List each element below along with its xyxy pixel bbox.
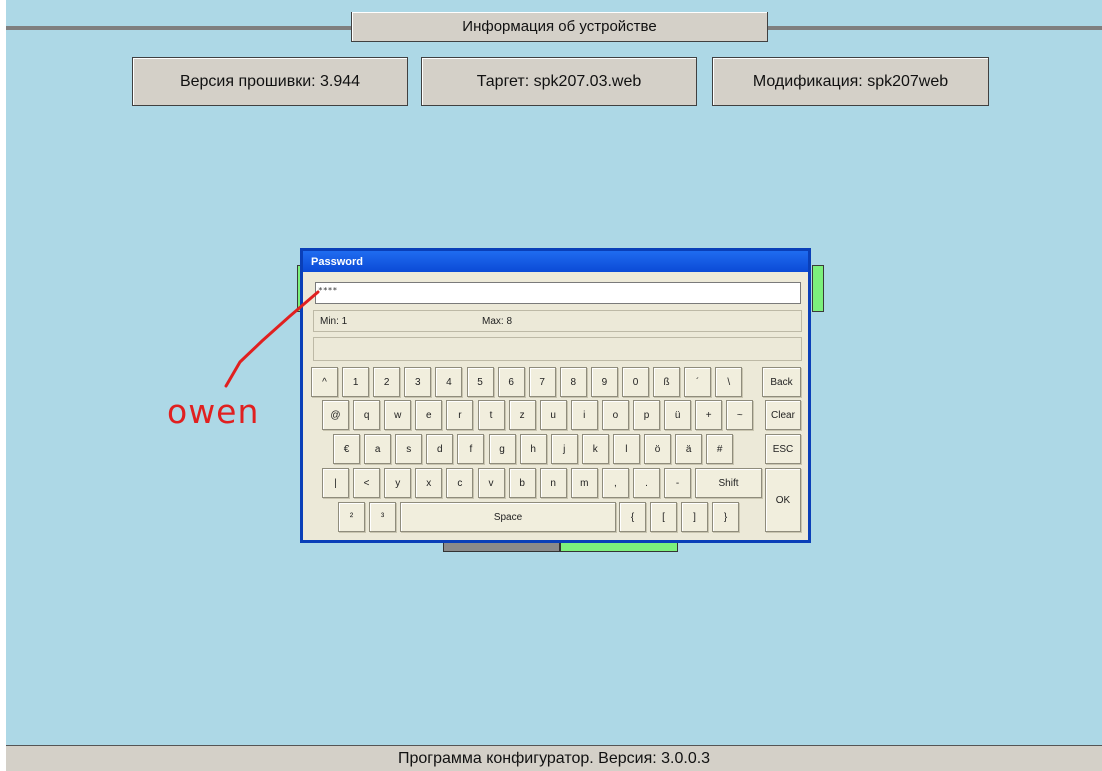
key-5-row1[interactable]: 5	[466, 367, 494, 397]
key-7-row3[interactable]: j	[550, 434, 578, 464]
key-6-row2[interactable]: z	[508, 400, 536, 430]
key-11-row1[interactable]: ß	[653, 367, 681, 397]
key-5-row4[interactable]: v	[477, 468, 505, 498]
esc-key[interactable]: ESC	[765, 434, 801, 464]
key-0-row3[interactable]: €	[333, 434, 360, 464]
key-4-row3[interactable]: f	[457, 434, 485, 464]
modification-label: Модификация: spk207web	[712, 57, 989, 106]
key-9-row2[interactable]: o	[601, 400, 629, 430]
clear-key[interactable]: Clear	[765, 400, 801, 430]
green-indicator-right	[812, 265, 824, 312]
ok-key[interactable]: OK	[765, 468, 801, 532]
info-panel	[313, 337, 802, 361]
annotation-label: owen	[167, 392, 260, 431]
footer-status: Программа конфигуратор. Версия: 3.0.0.3	[6, 745, 1102, 771]
key-11-row2[interactable]: ü	[664, 400, 692, 430]
key-12-row2[interactable]: +	[695, 400, 723, 430]
key-1-row3[interactable]: a	[364, 434, 392, 464]
key-6-row3[interactable]: h	[519, 434, 547, 464]
key-1-row5[interactable]: ³	[369, 502, 396, 532]
key-0-row4[interactable]: |	[322, 468, 349, 498]
key-5-row3[interactable]: g	[488, 434, 516, 464]
key-3-row3[interactable]: d	[426, 434, 454, 464]
key-0-row5[interactable]: ²	[338, 502, 365, 532]
page-title: Информация об устройстве	[351, 12, 768, 42]
key-9-row1[interactable]: 9	[590, 367, 618, 397]
key-7-row2[interactable]: u	[539, 400, 567, 430]
key-1-row2[interactable]: q	[353, 400, 381, 430]
key-1-row1[interactable]: 1	[342, 367, 370, 397]
key-8-row1[interactable]: 8	[559, 367, 587, 397]
key-2-row3[interactable]: s	[395, 434, 423, 464]
key-7-row1[interactable]: 7	[528, 367, 556, 397]
target-label: Таргет: spk207.03.web	[421, 57, 697, 106]
key-10-row2[interactable]: p	[633, 400, 660, 430]
key-9-row3[interactable]: l	[612, 434, 640, 464]
space-key[interactable]: Space	[400, 502, 616, 532]
firmware-version-label: Версия прошивки: 3.944	[132, 57, 408, 106]
key-0-row2[interactable]: @	[322, 400, 349, 430]
key-3-row2[interactable]: e	[415, 400, 443, 430]
key-12-row1[interactable]: ´	[684, 367, 712, 397]
shift-key[interactable]: Shift	[695, 468, 762, 498]
key-10-row1[interactable]: 0	[622, 367, 649, 397]
key-12-row3[interactable]: #	[706, 434, 734, 464]
key-13-row1[interactable]: \	[715, 367, 743, 397]
key-5-row2[interactable]: t	[477, 400, 505, 430]
header-line-left	[6, 26, 351, 30]
key-0-row5-right[interactable]: {	[619, 502, 646, 532]
key-8-row4[interactable]: m	[570, 468, 598, 498]
key-3-row5-right[interactable]: }	[712, 502, 739, 532]
key-11-row4[interactable]: -	[664, 468, 692, 498]
key-8-row3[interactable]: k	[581, 434, 609, 464]
key-10-row3[interactable]: ö	[644, 434, 671, 464]
key-13-row2[interactable]: ~	[726, 400, 754, 430]
dialog-title: Password	[303, 251, 808, 272]
back-key[interactable]: Back	[762, 367, 801, 397]
key-10-row4[interactable]: .	[633, 468, 660, 498]
key-6-row1[interactable]: 6	[497, 367, 525, 397]
key-4-row1[interactable]: 4	[435, 367, 463, 397]
key-8-row2[interactable]: i	[570, 400, 598, 430]
key-2-row4[interactable]: y	[384, 468, 412, 498]
key-3-row4[interactable]: x	[415, 468, 443, 498]
key-1-row4[interactable]: <	[353, 468, 381, 498]
key-7-row4[interactable]: n	[539, 468, 567, 498]
key-4-row2[interactable]: r	[446, 400, 474, 430]
max-label: Max: 8	[482, 316, 513, 327]
key-9-row4[interactable]: ,	[601, 468, 629, 498]
key-2-row2[interactable]: w	[384, 400, 412, 430]
key-3-row1[interactable]: 3	[404, 367, 432, 397]
key-2-row1[interactable]: 2	[373, 367, 401, 397]
key-11-row3[interactable]: ä	[675, 434, 703, 464]
password-dialog: Password **** Min: 1 Max: 8 ^ 1 2 3 4 5 6 7 8 9 0 ß…	[300, 248, 811, 543]
key-4-row4[interactable]: c	[446, 468, 474, 498]
min-max-panel: Min: 1 Max: 8	[313, 310, 802, 332]
key-0-row1[interactable]: ^	[311, 367, 338, 397]
min-label: Min: 1	[320, 316, 348, 327]
password-input[interactable]: ****	[315, 282, 801, 304]
key-6-row4[interactable]: b	[508, 468, 536, 498]
header-line-right	[768, 26, 1102, 30]
key-2-row5-right[interactable]: ]	[681, 502, 708, 532]
key-1-row5-right[interactable]: [	[650, 502, 677, 532]
